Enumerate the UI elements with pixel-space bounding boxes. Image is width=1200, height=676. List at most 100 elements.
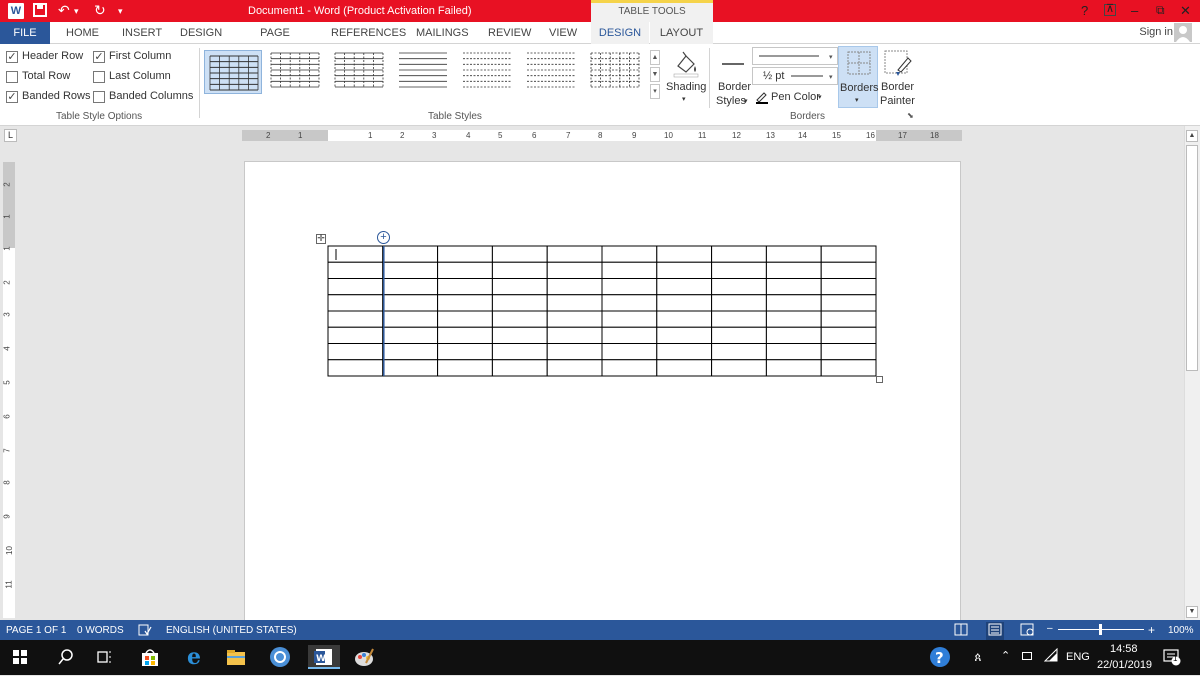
tab-insert[interactable]: INSERT bbox=[122, 22, 162, 44]
table-cell[interactable] bbox=[546, 294, 603, 312]
ribbon-display-options-button[interactable]: ⊼ bbox=[1104, 4, 1116, 16]
table-cell[interactable] bbox=[327, 261, 384, 279]
table-cell[interactable] bbox=[437, 359, 493, 377]
border-painter-label-line2[interactable]: Painter bbox=[880, 95, 915, 107]
scrollbar-thumb[interactable] bbox=[1186, 145, 1198, 371]
table-cell[interactable] bbox=[601, 310, 658, 328]
shading-bucket-icon[interactable] bbox=[670, 48, 700, 78]
borders-dialog-launcher-icon[interactable]: ⬊ bbox=[907, 111, 914, 120]
chrome-icon[interactable] bbox=[268, 645, 292, 669]
table-cell[interactable] bbox=[327, 326, 384, 344]
table-cell[interactable] bbox=[765, 310, 822, 328]
table-cell[interactable] bbox=[327, 359, 384, 377]
table-cell[interactable] bbox=[656, 261, 713, 279]
table-cell[interactable] bbox=[546, 278, 603, 296]
action-center-icon[interactable]: 1 bbox=[1163, 648, 1181, 666]
header-row-checkbox[interactable]: ✓ bbox=[6, 51, 18, 63]
proofing-icon[interactable] bbox=[138, 624, 152, 639]
zoom-level[interactable]: 100% bbox=[1168, 625, 1194, 636]
store-icon[interactable] bbox=[138, 645, 162, 669]
table-cell[interactable] bbox=[491, 294, 548, 312]
table-cell[interactable] bbox=[382, 278, 439, 296]
zoom-slider-thumb[interactable] bbox=[1099, 624, 1102, 635]
table-cell[interactable] bbox=[656, 294, 713, 312]
battery-icon[interactable] bbox=[1022, 652, 1032, 660]
table-cell[interactable] bbox=[601, 343, 658, 361]
insert-column-icon[interactable]: + bbox=[377, 231, 390, 244]
word-app-icon[interactable]: W bbox=[8, 3, 24, 19]
table-cell[interactable] bbox=[711, 310, 767, 328]
border-painter-label-line1[interactable]: Border bbox=[881, 81, 914, 93]
document-page[interactable] bbox=[244, 161, 961, 631]
close-button[interactable]: ✕ bbox=[1180, 3, 1191, 19]
table-cell[interactable] bbox=[820, 245, 877, 263]
table-cell[interactable] bbox=[765, 343, 822, 361]
table-cell[interactable] bbox=[601, 261, 658, 279]
table-cell[interactable] bbox=[382, 294, 439, 312]
table-cell[interactable] bbox=[601, 359, 658, 377]
shading-label[interactable]: Shading bbox=[666, 81, 706, 93]
table-cell[interactable] bbox=[711, 343, 767, 361]
web-layout-icon[interactable] bbox=[1020, 623, 1034, 639]
customize-quick-access-icon[interactable]: ▾ bbox=[118, 6, 123, 17]
tab-table-layout[interactable]: LAYOUT bbox=[650, 22, 713, 44]
banded-columns-checkbox[interactable] bbox=[93, 91, 105, 103]
table-cell[interactable] bbox=[437, 245, 493, 263]
first-column-checkbox[interactable]: ✓ bbox=[93, 51, 105, 63]
table-cell[interactable] bbox=[601, 326, 658, 344]
tab-table-design[interactable]: DESIGN bbox=[591, 22, 649, 46]
table-cell[interactable] bbox=[711, 326, 767, 344]
table-cell[interactable] bbox=[382, 359, 439, 377]
table-cell[interactable] bbox=[820, 326, 877, 344]
tab-file[interactable]: FILE bbox=[0, 22, 50, 44]
tab-references[interactable]: REFERENCES bbox=[331, 22, 406, 44]
table-cell[interactable] bbox=[437, 294, 493, 312]
tab-review[interactable]: REVIEW bbox=[488, 22, 531, 44]
table-cell[interactable] bbox=[491, 326, 548, 344]
document-table[interactable] bbox=[327, 245, 878, 378]
border-styles-label-line2[interactable]: Styles bbox=[716, 95, 746, 107]
scroll-up-button[interactable]: ▲ bbox=[1186, 130, 1198, 142]
table-cell[interactable] bbox=[491, 245, 548, 263]
taskbar-word-icon[interactable]: W bbox=[308, 645, 340, 669]
table-cell[interactable] bbox=[546, 310, 603, 328]
table-cell[interactable] bbox=[765, 245, 822, 263]
table-cell[interactable] bbox=[656, 326, 713, 344]
table-move-handle-icon[interactable]: ✛ bbox=[316, 234, 326, 244]
table-cell[interactable] bbox=[491, 278, 548, 296]
maximize-button[interactable]: ⧉ bbox=[1156, 3, 1165, 18]
table-style-thumbnail[interactable] bbox=[204, 50, 262, 94]
table-cell[interactable] bbox=[820, 343, 877, 361]
table-style-thumbnail[interactable] bbox=[460, 50, 518, 94]
scroll-down-button[interactable]: ▼ bbox=[1186, 606, 1198, 618]
table-cell[interactable] bbox=[711, 261, 767, 279]
table-cell[interactable] bbox=[327, 294, 384, 312]
clock-time[interactable]: 14:58 bbox=[1110, 643, 1138, 655]
table-style-thumbnail[interactable] bbox=[268, 50, 326, 94]
table-cell[interactable] bbox=[711, 245, 767, 263]
file-explorer-icon[interactable] bbox=[224, 645, 248, 669]
table-resize-handle[interactable] bbox=[876, 376, 883, 383]
table-cell[interactable] bbox=[601, 245, 658, 263]
table-cell[interactable] bbox=[546, 261, 603, 279]
table-cell[interactable] bbox=[601, 278, 658, 296]
tab-mailings[interactable]: MAILINGS bbox=[416, 22, 469, 44]
table-cell[interactable] bbox=[327, 278, 384, 296]
table-cell[interactable] bbox=[765, 326, 822, 344]
table-cell[interactable] bbox=[601, 294, 658, 312]
table-cell[interactable] bbox=[437, 326, 493, 344]
border-painter-icon[interactable] bbox=[884, 50, 912, 78]
tab-page-layout[interactable]: PAGE LAYOUT bbox=[240, 22, 310, 61]
table-cell[interactable] bbox=[437, 261, 493, 279]
total-row-checkbox[interactable] bbox=[6, 71, 18, 83]
language-indicator[interactable]: ENGLISH (UNITED STATES) bbox=[166, 625, 297, 636]
styles-scroll-down-button[interactable]: ▼ bbox=[650, 67, 660, 82]
table-cell[interactable] bbox=[382, 261, 439, 279]
help-tray-icon[interactable]: ? bbox=[928, 645, 952, 669]
table-cell[interactable] bbox=[765, 261, 822, 279]
table-cell[interactable] bbox=[491, 261, 548, 279]
table-cell[interactable] bbox=[656, 278, 713, 296]
table-cell[interactable] bbox=[711, 294, 767, 312]
table-cell[interactable] bbox=[820, 278, 877, 296]
shading-dropdown-icon[interactable]: ▾ bbox=[682, 95, 686, 103]
